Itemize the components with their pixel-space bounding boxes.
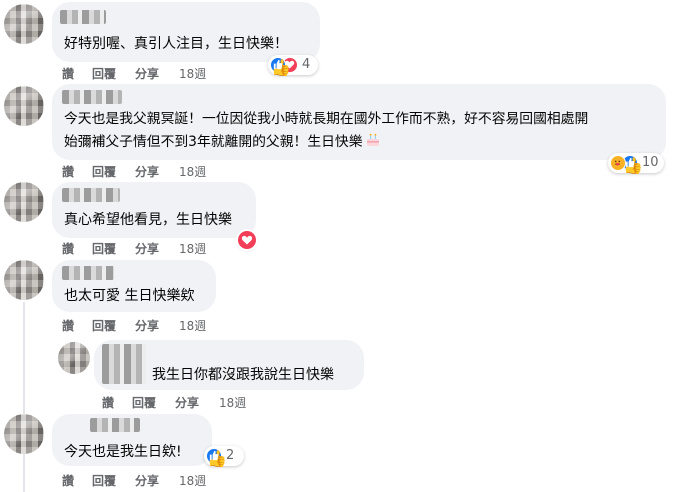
avatar[interactable] — [4, 182, 44, 222]
like-button[interactable]: 讚 — [62, 165, 74, 179]
comment-actions: 讚 回覆 分享 18週 — [62, 67, 222, 81]
commenter-name[interactable] — [62, 266, 114, 280]
like-button[interactable]: 讚 — [62, 67, 74, 81]
comment-text-line-2-content: 始彌補父子情但不到3年就離開的父親！生日快樂 — [64, 134, 363, 150]
reply-button[interactable]: 回覆 — [92, 242, 116, 256]
timestamp[interactable]: 18週 — [219, 396, 246, 410]
comment-actions: 讚 回覆 分享 18週 — [62, 165, 222, 179]
reply-thread-line — [23, 302, 25, 492]
reaction-summary[interactable]: 4 — [268, 55, 318, 75]
reply-button[interactable]: 回覆 — [132, 396, 156, 410]
comment-actions: 讚 回覆 分享 18週 — [62, 319, 222, 333]
birthday-cake-icon — [363, 131, 381, 153]
heart-icon[interactable] — [238, 231, 256, 249]
timestamp[interactable]: 18週 — [179, 165, 206, 179]
comment-bubble: 也太可愛 生日快樂欸 — [52, 260, 216, 312]
reply-button[interactable]: 回覆 — [92, 67, 116, 81]
comment-actions: 讚 回覆 分享 18週 — [102, 396, 262, 410]
like-button[interactable]: 讚 — [62, 319, 74, 333]
commenter-name[interactable] — [62, 188, 120, 202]
comment-bubble: 今天也是我生日欸! — [52, 414, 212, 466]
share-button[interactable]: 分享 — [135, 242, 159, 256]
comment-bubble: 真心希望他看見，生日快樂 — [52, 182, 256, 238]
commenter-name[interactable] — [60, 10, 106, 24]
comment-text-line-1: 今天也是我父親冥誕！一位因從我小時就長期在國外工作而不熟，好不容易回國相處開 — [64, 111, 589, 127]
like-button[interactable]: 讚 — [102, 396, 114, 410]
timestamp[interactable]: 18週 — [179, 474, 206, 488]
share-button[interactable]: 分享 — [135, 474, 159, 488]
reply-button[interactable]: 回覆 — [92, 474, 116, 488]
comment-bubble: 今天也是我父親冥誕！一位因從我小時就長期在國外工作而不熟，好不容易回國相處開 始… — [52, 84, 666, 160]
like-button[interactable]: 讚 — [62, 242, 74, 256]
avatar[interactable] — [58, 342, 90, 374]
like-icon — [206, 448, 222, 464]
comment-text: 今天也是我生日欸! — [64, 444, 182, 460]
share-button[interactable]: 分享 — [175, 396, 199, 410]
reaction-summary[interactable]: 10 — [608, 153, 664, 173]
reply-bubble: 我生日你都沒跟我說生日快樂 — [94, 340, 364, 390]
timestamp[interactable]: 18週 — [179, 242, 206, 256]
comment-text: 我生日你都沒跟我說生日快樂 — [152, 367, 334, 383]
reply-button[interactable]: 回覆 — [92, 165, 116, 179]
reply-button[interactable]: 回覆 — [92, 319, 116, 333]
avatar[interactable] — [4, 86, 44, 126]
comment-text: 真心希望他看見，生日快樂 — [64, 212, 232, 228]
like-icon — [270, 57, 286, 73]
comment-actions: 讚 回覆 分享 18週 — [62, 474, 222, 488]
care-icon — [610, 155, 626, 171]
comment-bubble: 好特別喔、真引人注目，生日快樂！ — [52, 2, 320, 62]
avatar[interactable] — [4, 414, 44, 454]
avatar[interactable] — [4, 4, 44, 44]
commenter-name[interactable] — [90, 418, 140, 432]
commenter-name[interactable] — [102, 344, 146, 384]
comment-text: 好特別喔、真引人注目，生日快樂！ — [64, 36, 288, 52]
like-button[interactable]: 讚 — [62, 474, 74, 488]
comment-text-line-2: 始彌補父子情但不到3年就離開的父親！生日快樂 — [64, 131, 381, 153]
comment-text: 也太可愛 生日快樂欸 — [64, 288, 195, 304]
reaction-count: 10 — [642, 155, 659, 170]
reaction-count: 4 — [302, 57, 311, 72]
commenter-name[interactable] — [62, 90, 122, 104]
reaction-count: 2 — [226, 448, 235, 463]
share-button[interactable]: 分享 — [135, 67, 159, 81]
comment-actions: 讚 回覆 分享 18週 — [62, 242, 222, 256]
share-button[interactable]: 分享 — [135, 319, 159, 333]
timestamp[interactable]: 18週 — [179, 67, 206, 81]
share-button[interactable]: 分享 — [135, 165, 159, 179]
timestamp[interactable]: 18週 — [179, 319, 206, 333]
avatar[interactable] — [4, 260, 44, 300]
reaction-summary[interactable]: 2 — [204, 446, 244, 466]
